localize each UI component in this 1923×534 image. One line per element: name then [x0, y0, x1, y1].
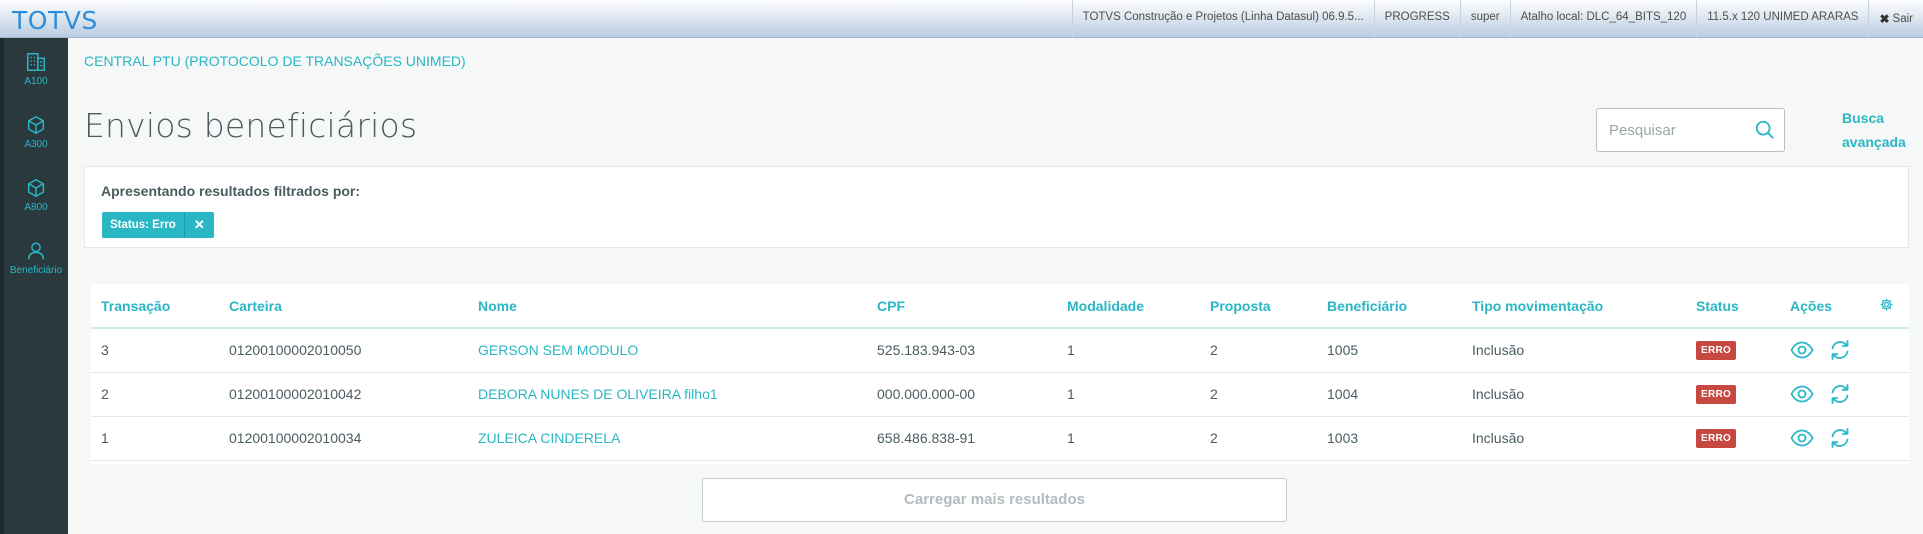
sidebar-item-a100[interactable]: A100	[4, 38, 68, 100]
shortcut-info: Atalho local: DLC_64_BITS_120	[1509, 0, 1697, 38]
cell-transacao: 1	[91, 416, 219, 461]
cell-beneficiario: 1005	[1317, 328, 1462, 373]
sidebar-item-label: A800	[24, 202, 48, 213]
cell-acoes	[1780, 328, 1869, 373]
column-header-carteira[interactable]: Carteira	[219, 284, 468, 329]
filter-panel: Apresentando resultados filtrados por: S…	[84, 166, 1909, 248]
eye-icon[interactable]	[1790, 338, 1814, 362]
breadcrumb[interactable]: CENTRAL PTU (PROTOCOLO DE TRANSAÇÕES UNI…	[84, 53, 466, 69]
product-info: TOTVS Construção e Projetos (Linha Datas…	[1071, 0, 1374, 38]
cell-tipo: Inclusão	[1462, 416, 1686, 461]
sidebar-item-label: Beneficiário	[9, 265, 63, 276]
cell-transacao: 3	[91, 328, 219, 373]
search-box	[1596, 108, 1785, 152]
cell-cpf: 658.486.838-91	[867, 416, 1057, 461]
cell-transacao: 2	[91, 372, 219, 417]
cell-status: ERRO	[1686, 328, 1780, 373]
cell-proposta: 2	[1200, 328, 1317, 373]
top-info-bar: TOTVS Construção e Projetos (Linha Datas…	[1071, 0, 1923, 38]
table-row: 1 01200100002010034 ZULEICA CINDERELA 65…	[91, 416, 1909, 461]
cell-nome-link[interactable]: DEBORA NUNES DE OLIVEIRA filho1	[468, 372, 867, 417]
sidebar-item-beneficiario[interactable]: Beneficiário	[4, 227, 68, 289]
version-info: 11.5.x 120 UNIMED ARARAS	[1696, 0, 1868, 38]
building-icon	[27, 53, 45, 71]
cube-icon	[27, 116, 45, 134]
cell-carteira: 01200100002010042	[219, 372, 468, 417]
page-title: Envios beneficiários	[84, 106, 418, 145]
status-badge: ERRO	[1696, 429, 1737, 448]
side-menu: A100 A300 A800 Beneficiário	[0, 38, 68, 534]
database-info: PROGRESS	[1373, 0, 1460, 38]
cell-modalidade: 1	[1057, 372, 1200, 417]
column-header-tipo[interactable]: Tipo movimentação	[1462, 284, 1686, 329]
column-header-beneficiario[interactable]: Beneficiário	[1317, 284, 1462, 329]
load-more-button[interactable]: Carregar mais resultados	[702, 478, 1287, 522]
cell-proposta: 2	[1200, 372, 1317, 417]
sidebar-item-a800[interactable]: A800	[4, 164, 68, 226]
column-header-cpf[interactable]: CPF	[867, 284, 1057, 329]
cell-modalidade: 1	[1057, 328, 1200, 373]
cube-icon	[27, 179, 45, 197]
exit-button[interactable]: ✖ Sair	[1868, 0, 1923, 38]
cell-nome-link[interactable]: ZULEICA CINDERELA	[468, 416, 867, 461]
refresh-icon[interactable]	[1828, 426, 1852, 450]
results-table: Transação Carteira Nome CPF Modalidade P…	[91, 284, 1909, 464]
cell-nome-link[interactable]: GERSON SEM MODULO	[468, 328, 867, 373]
filter-label: Apresentando resultados filtrados por:	[101, 183, 361, 199]
cell-cpf: 525.183.943-03	[867, 328, 1057, 373]
column-header-proposta[interactable]: Proposta	[1200, 284, 1317, 329]
search-input[interactable]	[1609, 119, 1749, 141]
table-header-row: Transação Carteira Nome CPF Modalidade P…	[91, 284, 1909, 329]
column-header-status[interactable]: Status	[1686, 284, 1780, 329]
brand-logo: TOTVS	[12, 6, 98, 35]
cell-modalidade: 1	[1057, 416, 1200, 461]
table-row: 3 01200100002010050 GERSON SEM MODULO 52…	[91, 328, 1909, 373]
column-header-nome[interactable]: Nome	[468, 284, 867, 329]
top-bar: TOTVS TOTVS Construção e Projetos (Linha…	[0, 0, 1923, 38]
table-row: 2 01200100002010042 DEBORA NUNES DE OLIV…	[91, 372, 1909, 417]
refresh-icon[interactable]	[1828, 382, 1852, 406]
column-header-transacao[interactable]: Transação	[91, 284, 219, 329]
cell-acoes	[1780, 416, 1869, 461]
cell-tipo: Inclusão	[1462, 328, 1686, 373]
user-icon	[27, 242, 45, 260]
cell-status: ERRO	[1686, 372, 1780, 417]
eye-icon[interactable]	[1790, 426, 1814, 450]
search-icon[interactable]	[1754, 119, 1776, 141]
cell-cpf: 000.000.000-00	[867, 372, 1057, 417]
cell-carteira: 01200100002010034	[219, 416, 468, 461]
column-header-acoes: Ações	[1780, 284, 1869, 329]
column-settings[interactable]	[1869, 284, 1909, 329]
gear-icon[interactable]	[1879, 297, 1894, 312]
sidebar-item-label: A100	[24, 76, 48, 87]
cell-acoes	[1780, 372, 1869, 417]
cell-beneficiario: 1003	[1317, 416, 1462, 461]
status-badge: ERRO	[1696, 341, 1737, 361]
sidebar-item-a300[interactable]: A300	[4, 101, 68, 163]
filter-tag-label: Status: Erro	[110, 219, 176, 231]
eye-icon[interactable]	[1790, 382, 1814, 406]
exit-label: Sair	[1892, 13, 1913, 25]
filter-tag: Status: Erro ✕	[102, 212, 214, 238]
sidebar-item-label: A300	[24, 139, 48, 150]
cell-tipo: Inclusão	[1462, 372, 1686, 417]
cell-status: ERRO	[1686, 416, 1780, 461]
status-badge: ERRO	[1696, 385, 1737, 404]
cell-beneficiario: 1004	[1317, 372, 1462, 417]
user-info: super	[1459, 0, 1510, 38]
close-icon: ✖	[1879, 12, 1890, 26]
advanced-search-link[interactable]: Busca avançada	[1842, 106, 1912, 154]
remove-filter-button[interactable]: ✕	[183, 212, 214, 238]
refresh-icon[interactable]	[1828, 338, 1852, 362]
main-content: CENTRAL PTU (PROTOCOLO DE TRANSAÇÕES UNI…	[68, 38, 1923, 534]
column-header-modalidade[interactable]: Modalidade	[1057, 284, 1200, 329]
cell-proposta: 2	[1200, 416, 1317, 461]
cell-carteira: 01200100002010050	[219, 328, 468, 373]
